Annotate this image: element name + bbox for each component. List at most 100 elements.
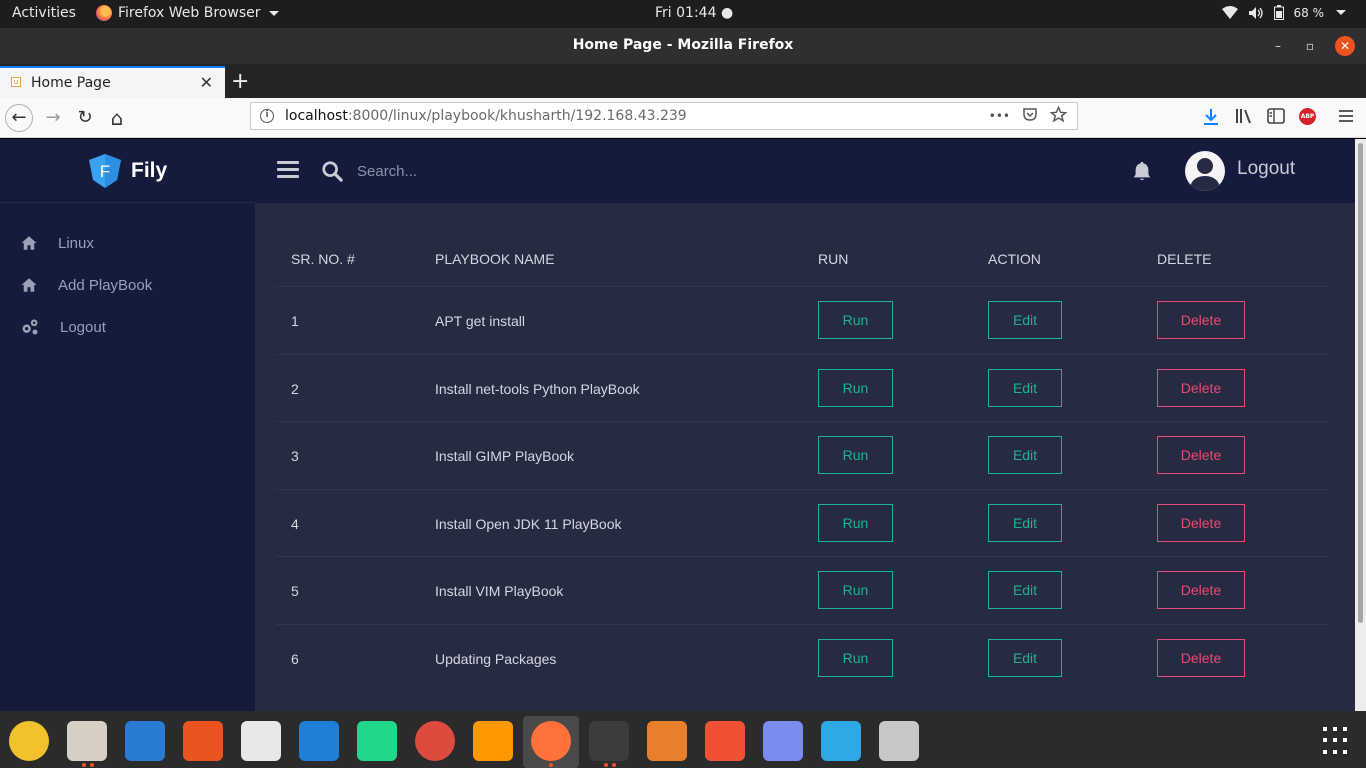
home-icon [21,236,37,250]
installer-icon[interactable] [879,721,919,761]
run-button[interactable]: Run [818,638,893,677]
page-actions-button[interactable]: ••• [989,106,1010,126]
chrome-icon[interactable] [415,721,455,761]
menu-toggle-icon[interactable] [277,161,299,179]
libreoffice-impress-icon[interactable] [647,721,687,761]
edit-button[interactable]: Edit [988,368,1062,407]
remmina-icon[interactable] [821,721,861,761]
user-icon [1189,158,1221,191]
image-viewer-icon[interactable] [241,721,281,761]
app-menu[interactable]: Firefox Web Browser [96,5,279,21]
edit-button[interactable]: Edit [988,571,1062,609]
delete-button[interactable]: Delete [1157,638,1245,677]
new-tab-button[interactable]: + [231,69,249,94]
edit-button[interactable]: Edit [988,503,1062,542]
forward-button[interactable]: → [39,104,67,132]
minimize-button[interactable]: – [1268,36,1288,56]
brand-letter: F [100,162,110,181]
tab-label: Home Page [31,75,111,91]
git-icon[interactable] [705,721,745,761]
chevron-down-icon [268,10,279,16]
clock[interactable]: Fri 01:44 ● [655,5,733,21]
tab-home-page[interactable]: u Home Page ✕ [0,66,225,98]
search-input[interactable] [357,159,657,183]
library-icon[interactable] [1235,108,1253,124]
url-bar[interactable]: i localhost:8000/linux/playbook/khushart… [250,102,1078,130]
run-button[interactable]: Run [818,301,893,339]
delete-button[interactable]: Delete [1157,436,1245,474]
logout-link[interactable]: Logout [1237,158,1295,180]
search-icon[interactable] [321,160,343,182]
activities-button[interactable]: Activities [12,5,76,21]
running-indicator [549,763,553,767]
table-row: 4 Install Open JDK 11 PlayBook Run Edit … [276,490,1330,557]
close-tab-button[interactable]: ✕ [200,73,213,92]
brand[interactable]: F Fily [0,139,255,203]
software-center-icon[interactable] [183,721,223,761]
wifi-icon [1221,5,1238,19]
close-window-button[interactable]: ✕ [1335,36,1355,56]
favicon-icon: u [11,77,21,87]
battery-percent: 68 % [1293,5,1325,20]
column-header-sr: SR. NO. # [291,251,355,267]
page-scrollbar[interactable] [1355,139,1366,711]
chevron-down-icon [1336,10,1346,15]
download-icon[interactable] [1203,108,1219,126]
row-sr: 6 [291,650,299,667]
sidebar-item-label: Linux [58,234,94,252]
firefox-icon[interactable] [531,721,571,761]
scrollbar-thumb[interactable] [1358,143,1363,623]
libreoffice-writer-icon[interactable] [125,721,165,761]
home-button[interactable]: ⌂ [103,104,131,132]
avatar[interactable] [1185,151,1225,191]
home-icon [21,278,37,292]
show-applications-icon[interactable] [1323,727,1351,755]
sidebar-item-logout[interactable]: Logout [20,315,106,339]
volume-icon [1248,6,1263,19]
pocket-icon[interactable] [1022,106,1038,122]
run-button[interactable]: Run [818,571,893,609]
terminal-icon[interactable] [589,721,629,761]
edit-button[interactable]: Edit [988,301,1062,339]
window-title-bar: Home Page - Mozilla Firefox – ▫ ✕ [0,28,1366,64]
playbook-table: SR. NO. # PLAYBOOK NAME RUN ACTION DELET… [276,225,1330,692]
sublime-text-icon[interactable] [473,721,513,761]
files-icon[interactable] [67,721,107,761]
maximize-button[interactable]: ▫ [1300,36,1320,56]
app-sidebar: F Fily Linux Add PlayBook Logout [0,139,255,711]
edit-button[interactable]: Edit [988,638,1062,677]
firefox-icon [96,5,112,21]
system-tray[interactable]: 68 % [1221,5,1346,20]
table-row: 2 Install net-tools Python PlayBook Run … [276,355,1330,422]
delete-button[interactable]: Delete [1157,571,1245,609]
site-info-icon[interactable]: i [260,109,274,123]
bookmark-star-icon[interactable] [1050,106,1067,123]
row-sr: 1 [291,313,299,329]
menu-hamburger-icon[interactable] [1338,108,1354,124]
delete-button[interactable]: Delete [1157,301,1245,339]
run-button[interactable]: Run [818,436,893,474]
back-button[interactable]: ← [5,104,33,132]
run-button[interactable]: Run [818,368,893,407]
delete-button[interactable]: Delete [1157,368,1245,407]
fily-logo-icon: F [89,154,121,188]
table-row: 5 Install VIM PlayBook Run Edit Delete [276,557,1330,625]
edit-button[interactable]: Edit [988,436,1062,474]
column-header-run: RUN [818,251,849,267]
sidebar-item-add-playbook[interactable]: Add PlayBook [20,273,152,297]
delete-button[interactable]: Delete [1157,503,1245,542]
bell-icon[interactable] [1131,160,1153,182]
run-button[interactable]: Run [818,503,893,542]
screenshot-icon[interactable] [763,721,803,761]
system-monitor-icon[interactable] [299,721,339,761]
sidebar-item-label: Add PlayBook [58,276,153,294]
brand-name: Fily [131,159,168,182]
pycharm-icon[interactable] [357,721,397,761]
sidebar-toggle-icon[interactable] [1267,108,1285,124]
table-row: 1 APT get install Run Edit Delete [276,287,1330,355]
url-text[interactable]: localhost:8000/linux/playbook/khusharth/… [285,108,687,124]
adblock-plus-icon[interactable]: ABP [1299,108,1316,125]
sidebar-item-linux[interactable]: Linux [20,231,94,255]
rhythmbox-icon[interactable] [9,721,49,761]
reload-button[interactable]: ↻ [71,104,99,132]
